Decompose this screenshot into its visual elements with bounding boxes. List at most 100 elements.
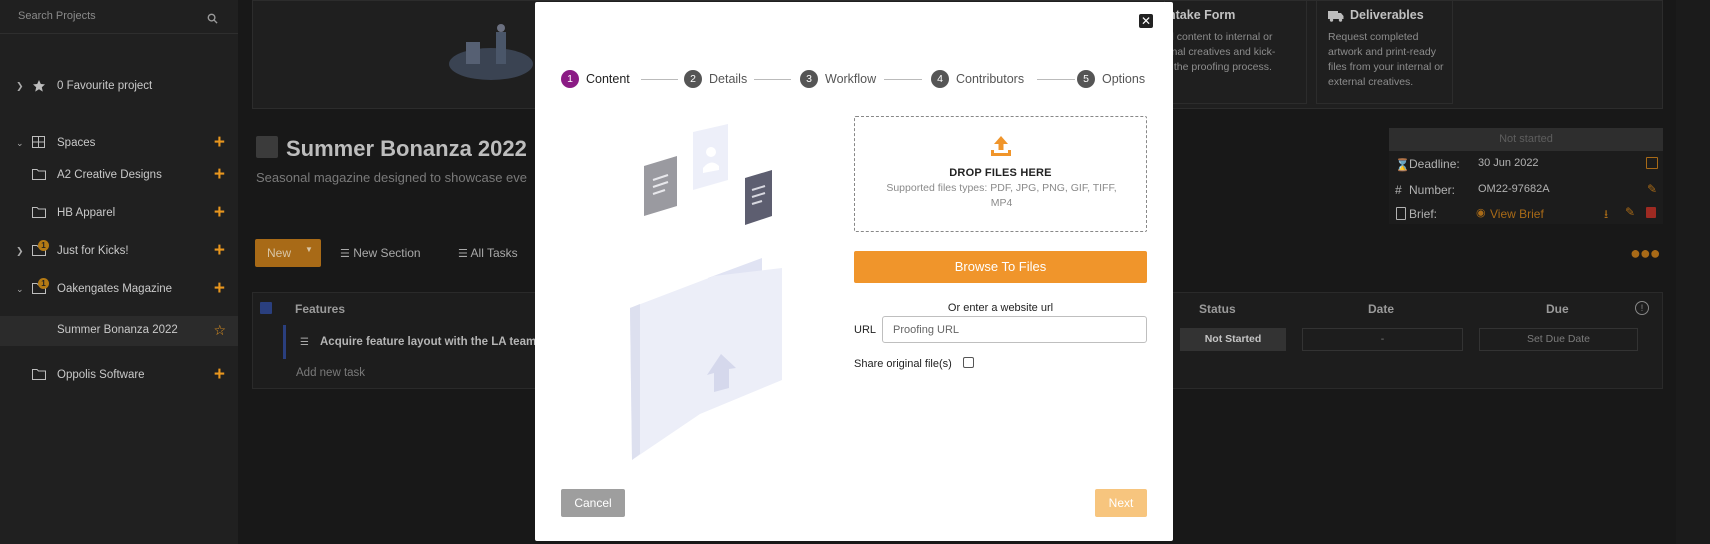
task-title[interactable]: Acquire feature layout with the LA team — [320, 336, 536, 348]
browse-files-button[interactable]: Browse To Files — [854, 251, 1147, 283]
project-search[interactable]: Search Projects — [0, 0, 238, 34]
step-number: 5 — [1077, 70, 1095, 88]
folder-icon — [32, 368, 46, 383]
step-number: 3 — [800, 70, 818, 88]
add-button[interactable]: + — [214, 364, 225, 386]
step-label: Content — [586, 72, 630, 86]
drop-files-title: DROP FILES HERE — [949, 167, 1052, 179]
pencil-icon[interactable]: ✎ — [1647, 182, 1657, 196]
url-label: URL — [854, 324, 877, 336]
chevron-down-icon[interactable]: ⌄ — [16, 138, 24, 149]
add-button[interactable]: + — [214, 164, 225, 186]
project-title: Summer Bonanza 2022 — [286, 136, 527, 161]
layers-icon: ☰ — [340, 248, 350, 260]
step-number: 4 — [931, 70, 949, 88]
folder-icon — [32, 206, 46, 221]
step-label: Contributors — [956, 72, 1025, 86]
intake-form-text: d content to internal or rnal creatives … — [1168, 31, 1276, 73]
upload-icon — [989, 134, 1013, 163]
sidebar-item-oakengates-magazine[interactable]: ⌄ 1 Oakengates Magazine + — [0, 275, 238, 305]
caret-down-icon: ▼ — [305, 245, 313, 254]
add-button[interactable]: + — [214, 240, 225, 262]
step-connector — [754, 79, 791, 80]
spaces-row[interactable]: ⌄ Spaces + — [0, 129, 238, 159]
sidebar: Search Projects ❯ 0 Favourite project ⌄ … — [0, 0, 238, 544]
spaces-label: Spaces — [57, 137, 96, 149]
favourites-row[interactable]: ❯ 0 Favourite project — [0, 72, 238, 102]
deliverables-title: Deliverables — [1350, 8, 1424, 22]
sidebar-item-hb-apparel[interactable]: HB Apparel + — [0, 199, 238, 229]
step-connector — [641, 79, 678, 80]
view-brief-link[interactable]: View Brief — [1490, 207, 1544, 221]
col-header-features: Features — [295, 302, 346, 316]
chevron-right-icon[interactable]: ❯ — [16, 81, 24, 92]
truck-icon — [1328, 9, 1344, 27]
intake-form-title: ntake Form — [1168, 8, 1236, 22]
add-task-link[interactable]: Add new task — [296, 367, 365, 379]
add-space-button[interactable]: + — [214, 132, 225, 154]
file-dropzone[interactable]: DROP FILES HERE Supported files types: P… — [854, 116, 1147, 232]
download-icon[interactable]: ⭳ — [1604, 205, 1608, 226]
search-icon[interactable] — [207, 11, 218, 29]
hero-illustration — [446, 14, 536, 84]
new-section-label: New Section — [353, 246, 421, 260]
chevron-right-icon[interactable]: ❯ — [16, 246, 24, 257]
deliverables-text: Request completed artwork and print-read… — [1328, 31, 1444, 88]
number-label: Number: — [1409, 183, 1456, 197]
proofing-url-input[interactable] — [882, 316, 1147, 343]
calendar-icon[interactable] — [1646, 157, 1658, 169]
next-button[interactable]: Next — [1095, 489, 1147, 517]
sidebar-item-label: Summer Bonanza 2022 — [57, 324, 178, 336]
sidebar-item-label: Oakengates Magazine — [57, 283, 173, 295]
col-header-date: Date — [1368, 302, 1395, 316]
cancel-button[interactable]: Cancel — [561, 489, 625, 517]
or-url-text: Or enter a website url — [947, 302, 1054, 314]
select-all-checkbox[interactable] — [260, 302, 272, 314]
sidebar-item-label: HB Apparel — [57, 207, 116, 219]
all-tasks-button[interactable]: ☰ All Tasks — [458, 246, 518, 260]
new-section-button[interactable]: ☰ New Section — [340, 246, 421, 260]
due-date-cell[interactable]: Set Due Date — [1479, 328, 1638, 351]
sidebar-item-summer-bonanza-2022[interactable]: Summer Bonanza 2022 ☆ — [0, 316, 238, 346]
all-tasks-label: All Tasks — [470, 246, 518, 260]
share-original-label: Share original file(s) — [854, 358, 952, 370]
info-icon[interactable]: ! — [1635, 301, 1649, 315]
project-subtitle: Seasonal magazine designed to showcase e… — [256, 170, 528, 185]
task-row[interactable] — [283, 325, 286, 359]
close-icon[interactable]: ✕ — [1139, 14, 1153, 28]
hash-icon: # — [1395, 183, 1402, 197]
list-icon: ☰ — [458, 248, 468, 260]
share-original-checkbox[interactable] — [963, 357, 974, 368]
upload-illustration — [624, 118, 790, 460]
supported-types-text: Supported files types: PDF, JPG, PNG, GI… — [886, 182, 1117, 209]
sidebar-item-a2-creative-designs[interactable]: A2 Creative Designs + — [0, 161, 238, 191]
step-number: 1 — [561, 70, 579, 88]
sidebar-item-just-for-kicks[interactable]: ❯ 1 Just for Kicks! + — [0, 237, 238, 267]
favourites-label: 0 Favourite project — [57, 80, 153, 92]
favourite-star-icon[interactable]: ☆ — [213, 322, 226, 339]
trash-icon[interactable] — [1646, 207, 1656, 218]
edit-icon[interactable]: ✎ — [1625, 205, 1635, 219]
step-connector — [1037, 79, 1075, 80]
step-label: Details — [709, 72, 748, 86]
step-label: Workflow — [825, 72, 877, 86]
task-list-icon: ☰ — [300, 337, 309, 348]
hourglass-icon: ⌛ — [1395, 158, 1410, 172]
add-button[interactable]: + — [214, 202, 225, 224]
sidebar-item-oppolis-software[interactable]: Oppolis Software + — [0, 361, 238, 391]
right-strip — [1676, 0, 1710, 544]
folder-icon — [32, 168, 46, 183]
status-badge[interactable]: Not Started — [1180, 328, 1286, 351]
sidebar-item-label: Just for Kicks! — [57, 245, 129, 257]
brief-label: Brief: — [1409, 207, 1438, 221]
chevron-down-icon[interactable]: ⌄ — [16, 284, 24, 295]
add-button[interactable]: + — [214, 278, 225, 300]
new-button[interactable]: New ▼ — [255, 239, 321, 267]
notification-badge: 1 — [38, 278, 49, 289]
step-connector — [884, 79, 922, 80]
more-options-icon[interactable]: ●●● — [1630, 243, 1661, 264]
sidebar-item-label: Oppolis Software — [57, 369, 145, 381]
date-cell[interactable]: - — [1302, 328, 1463, 351]
eye-icon: ◉ — [1476, 207, 1486, 219]
step-number: 2 — [684, 70, 702, 88]
